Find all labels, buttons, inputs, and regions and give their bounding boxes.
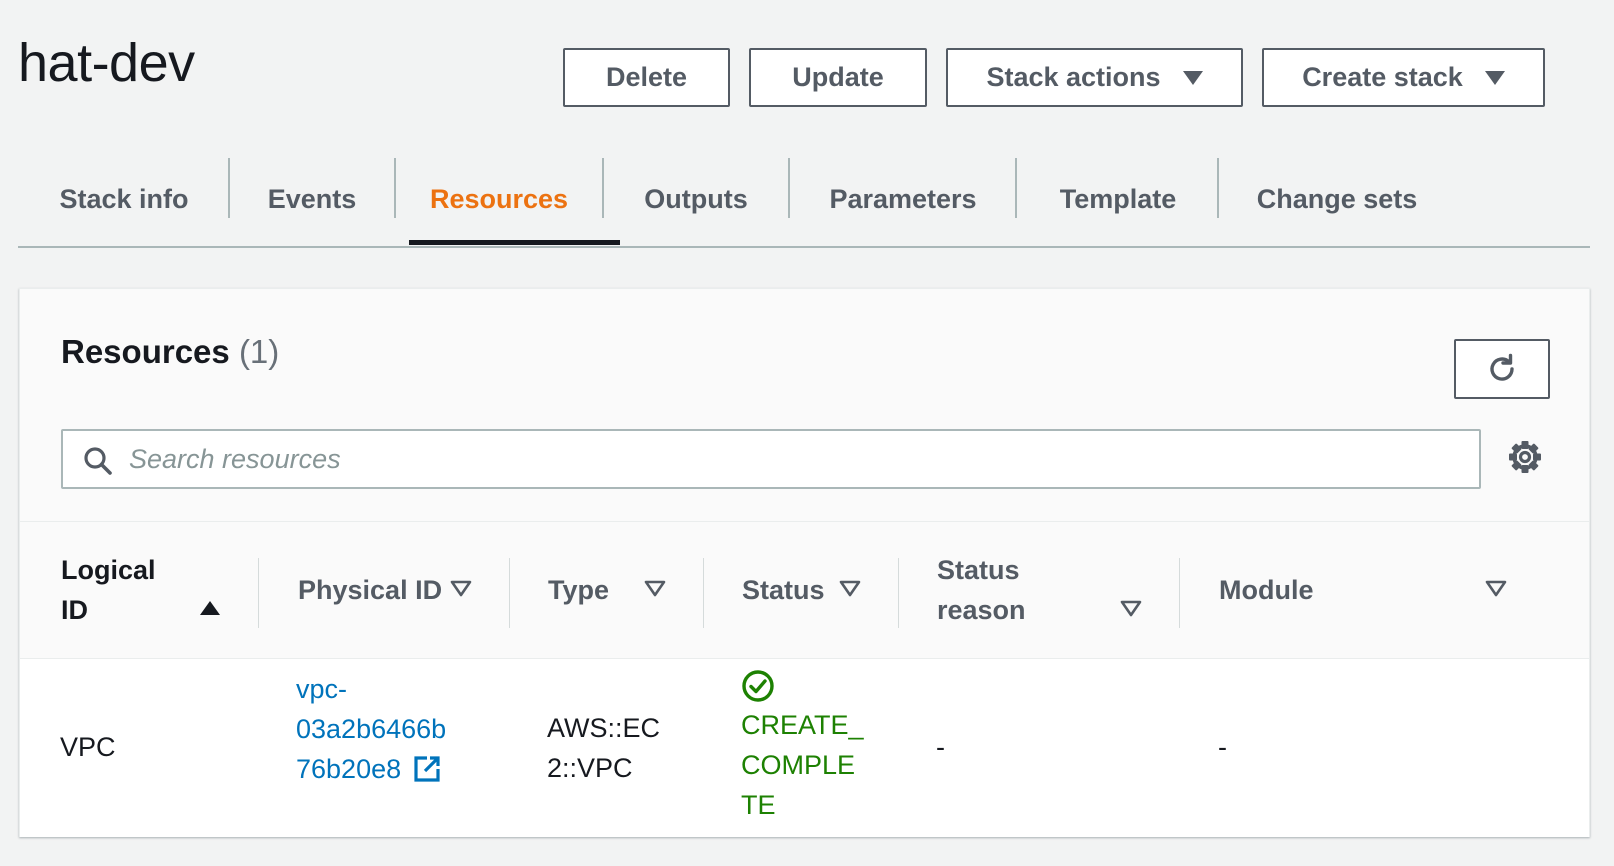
resources-panel: Resources (1) Search resources Logical I… [19,288,1590,837]
column-header-label: Type [548,575,610,605]
tab-divider [602,158,604,218]
sort-ascending-icon[interactable] [199,600,221,616]
create-stack-dropdown[interactable]: Create stack [1262,48,1545,107]
tab-divider [1217,158,1219,218]
update-button-label: Update [792,62,884,92]
stack-title: hat-dev [18,33,195,93]
tab-divider [228,158,230,218]
column-header-label: ID [61,595,88,625]
update-button[interactable]: Update [749,48,927,107]
cell-status-reason: - [936,732,945,762]
cloudformation-stack-page: hat-dev Delete Update Stack actions Crea… [0,0,1614,866]
caret-down-icon [1484,70,1505,85]
panel-title: Resources (1) [61,333,279,371]
tab-label: Parameters [829,183,977,214]
sort-none-icon[interactable] [1120,600,1142,618]
sort-none-icon[interactable] [1485,580,1507,598]
tab-divider [394,158,396,218]
column-header-status-reason[interactable]: Status reason [937,550,1026,630]
stack-actions-dropdown[interactable]: Stack actions [946,48,1243,107]
column-header-label: reason [937,595,1026,625]
tab-change-sets[interactable]: Change sets [1220,152,1454,246]
search-input[interactable] [129,435,1459,483]
external-link-icon [414,756,440,782]
tab-label: Change sets [1256,183,1418,214]
tab-stack-info[interactable]: Stack info [38,152,210,246]
column-header-label: Physical ID [298,575,443,605]
status-line: COMPLE [741,750,856,780]
cell-module: - [1218,732,1227,762]
column-divider [898,558,899,628]
stack-actions-label: Stack actions [986,62,1161,92]
status-line: CREATE_ [741,710,864,740]
sort-none-icon[interactable] [839,580,861,598]
check-circle-icon [742,670,774,702]
column-header-type[interactable]: Type [548,570,609,610]
delete-button[interactable]: Delete [563,48,730,107]
cell-logical-id: VPC [60,732,116,762]
column-header-label: Module [1219,575,1314,605]
create-stack-label: Create stack [1302,62,1463,92]
type-line: AWS::EC [547,713,661,743]
tab-label: Template [1059,183,1177,214]
column-header-status[interactable]: Status [742,570,825,610]
column-header-physical-id[interactable]: Physical ID [298,570,442,610]
search-field[interactable] [61,429,1481,489]
tab-label: Events [267,183,357,214]
tab-parameters[interactable]: Parameters [790,152,1016,246]
column-divider [258,558,259,628]
tab-outputs[interactable]: Outputs [604,152,788,246]
tab-resources[interactable]: Resources [396,152,602,246]
tab-label: Stack info [59,183,189,214]
status-line: TE [741,790,776,820]
tab-divider [1015,158,1017,218]
delete-button-label: Delete [605,62,688,92]
physical-id-line: 03a2b6466b [296,714,447,744]
tab-label: Resources [429,183,569,214]
gear-icon[interactable] [1507,439,1543,475]
table-row: VPC vpc- 03a2b6466b 76b20e8 AWS::EC 2::V… [20,659,1589,837]
physical-id-line: 76b20e8 [296,754,402,784]
column-divider [703,558,704,628]
column-header-module[interactable]: Module [1219,570,1314,610]
sort-none-icon[interactable] [450,580,472,598]
column-divider [1179,558,1180,628]
cell-status: CREATE_ COMPLE TE [741,669,864,825]
tab-label: Outputs [644,183,748,214]
tab-divider [788,158,790,218]
column-header-label: Logical [61,555,156,585]
type-line: 2::VPC [547,753,633,783]
caret-down-icon [1182,70,1203,85]
refresh-icon [1490,353,1514,381]
cell-type: AWS::EC 2::VPC [547,708,660,788]
sort-none-icon[interactable] [644,580,666,598]
refresh-button[interactable] [1454,339,1550,399]
physical-id-link[interactable]: vpc- 03a2b6466b 76b20e8 [296,669,446,789]
column-header-logical-id[interactable]: Logical ID [61,550,156,630]
active-tab-indicator [409,240,620,245]
panel-title-text: Resources [61,333,230,370]
resource-count: (1) [238,333,280,370]
column-header-label: Status [742,575,825,605]
search-icon [84,447,112,475]
column-divider [509,558,510,628]
tab-template[interactable]: Template [1018,152,1218,246]
resources-table-header: Logical ID Physical ID Type Status Statu… [20,521,1589,659]
stack-tabs: Stack info Events Resources Outputs Para… [18,152,1590,248]
tab-events[interactable]: Events [230,152,394,246]
physical-id-line: vpc- [296,674,348,704]
column-header-label: Status [937,555,1020,585]
